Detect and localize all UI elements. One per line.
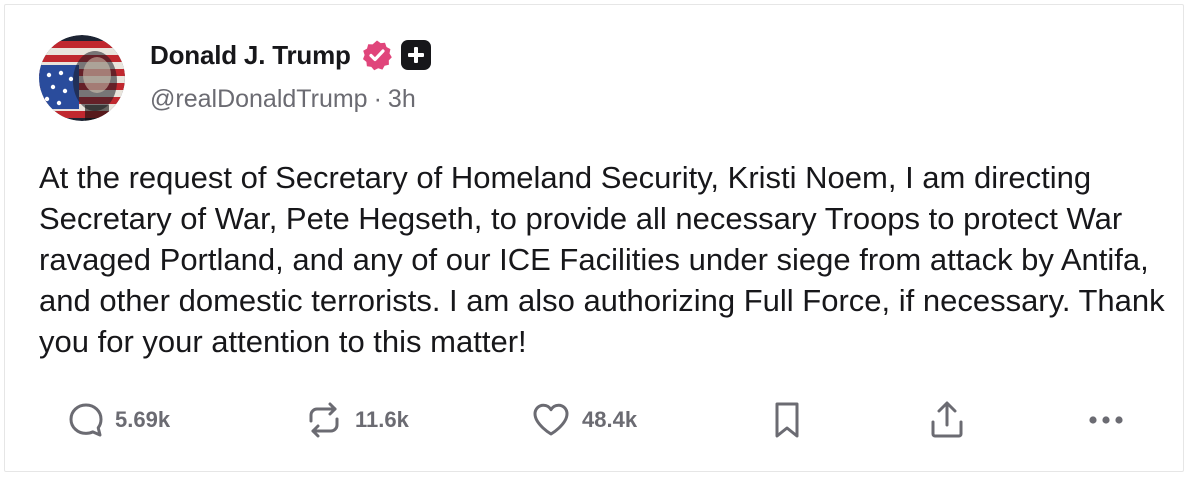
reply-icon (69, 403, 103, 437)
reply-count: 5.69k (115, 407, 171, 432)
verified-badge-icon (362, 40, 392, 71)
plus-badge-icon (400, 40, 431, 70)
share-icon (931, 401, 963, 438)
bookmark-icon (775, 402, 799, 438)
repost-button[interactable]: 11.6k (303, 395, 409, 445)
reply-button[interactable]: 5.69k (67, 395, 170, 445)
more-icon (1089, 416, 1123, 424)
post-text: At the request of Secretary of Homeland … (39, 160, 1165, 359)
author-name-row: Donald J. Trump (150, 37, 431, 73)
like-button[interactable]: 48.4k (530, 395, 637, 445)
more-options-button[interactable] (1087, 395, 1127, 445)
author-handle[interactable]: @realDonaldTrump (150, 85, 368, 113)
post-card: Donald J. Trump @realDonaldTrump · 3h At t… (4, 4, 1184, 472)
avatar-image (39, 35, 125, 121)
post-actions-bar: 5.69k 11.6k 48.4k (5, 395, 1183, 445)
author-display-name[interactable]: Donald J. Trump (150, 40, 351, 71)
repost-count: 11.6k (355, 407, 409, 432)
share-button[interactable] (925, 395, 969, 445)
repost-icon (309, 402, 339, 438)
meta-separator: · (373, 85, 382, 113)
author-meta-row: @realDonaldTrump · 3h (150, 85, 416, 114)
heart-icon (533, 403, 569, 436)
like-count: 48.4k (582, 407, 638, 432)
avatar[interactable] (39, 35, 125, 121)
bookmark-button[interactable] (769, 395, 805, 445)
post-timestamp[interactable]: 3h (388, 85, 416, 113)
